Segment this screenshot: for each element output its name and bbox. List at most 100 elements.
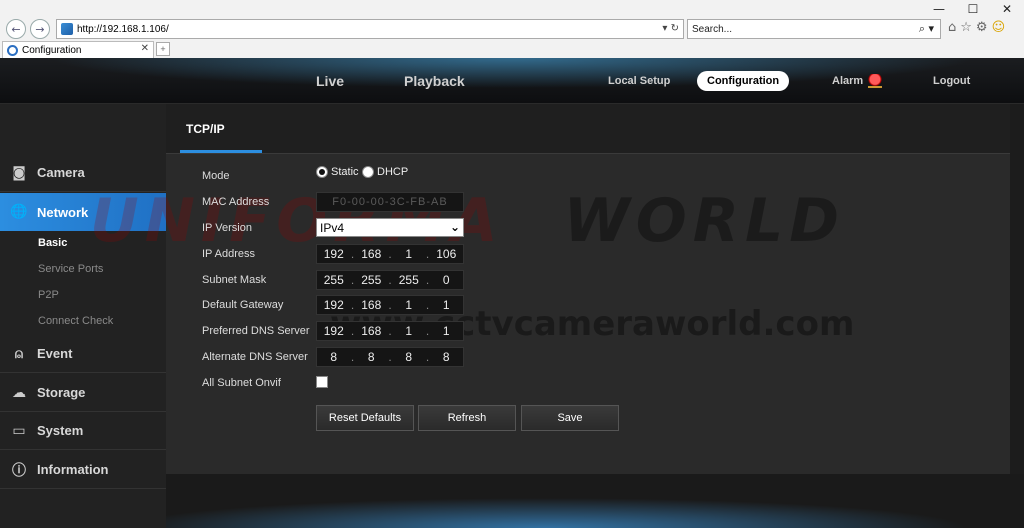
- app-header: Live Playback Local Setup Configuration …: [0, 58, 1024, 104]
- radio-static[interactable]: Static: [316, 166, 359, 178]
- label-all-subnet-onvif: All Subnet Onvif: [202, 377, 281, 389]
- sidebar-item-storage[interactable]: ☁ Storage: [0, 374, 166, 412]
- default-gateway-field[interactable]: 192. 168. 1. 1: [316, 295, 464, 315]
- site-favicon-icon: [61, 23, 73, 35]
- octet-input[interactable]: 1: [392, 298, 426, 312]
- octet-input[interactable]: 168: [355, 247, 389, 261]
- search-input[interactable]: Search... ⌕ ▾: [687, 19, 941, 39]
- octet-input[interactable]: 192: [317, 324, 351, 338]
- tab-close-icon[interactable]: ✕: [141, 43, 149, 54]
- panel-tab-header: TCP/IP: [166, 104, 1010, 154]
- label-mac-address: MAC Address: [202, 196, 270, 208]
- search-icon[interactable]: ⌕ ▾: [919, 22, 934, 36]
- sidebar-item-label: Network: [37, 204, 89, 220]
- browser-chrome: — ☐ ✕ ← → http://192.168.1.106/ ▾ ↻ Sear…: [0, 0, 1024, 58]
- radio-dhcp-circle[interactable]: [362, 166, 374, 178]
- nav-playback[interactable]: Playback: [404, 58, 465, 104]
- info-icon: ⓘ: [12, 462, 26, 479]
- sidebar-item-label: Information: [37, 462, 109, 477]
- address-bar[interactable]: http://192.168.1.106/ ▾ ↻: [56, 19, 684, 39]
- smiley-feedback-icon[interactable]: ☺: [992, 20, 1006, 35]
- refresh-button[interactable]: Refresh: [418, 405, 516, 431]
- octet-input[interactable]: 8: [392, 350, 426, 364]
- window-buttons: — ☐ ✕: [922, 0, 1024, 18]
- browser-tab-configuration[interactable]: Configuration ✕: [2, 41, 154, 58]
- octet-input[interactable]: 168: [355, 324, 389, 338]
- nav-logout[interactable]: Logout: [933, 58, 970, 104]
- ip-address-field[interactable]: 192. 168. 1. 106: [316, 244, 464, 264]
- radio-dhcp-label: DHCP: [377, 166, 409, 178]
- octet-input[interactable]: 1: [430, 324, 464, 338]
- address-url: http://192.168.1.106/: [77, 23, 169, 35]
- octet-input[interactable]: 8: [317, 350, 351, 364]
- close-window-button[interactable]: ✕: [990, 0, 1024, 18]
- label-ip-version: IP Version: [202, 222, 252, 234]
- nav-alarm-label: Alarm: [832, 75, 864, 87]
- favorites-star-icon[interactable]: ☆: [960, 20, 972, 35]
- octet-input[interactable]: 8: [430, 350, 464, 364]
- footer-glow: [166, 474, 1024, 528]
- radio-dhcp[interactable]: DHCP: [362, 166, 408, 178]
- octet-input[interactable]: 106: [430, 247, 464, 261]
- new-tab-icon[interactable]: +: [156, 42, 170, 56]
- label-ip-address: IP Address: [202, 248, 255, 260]
- refresh-icon[interactable]: ▾ ↻: [662, 23, 679, 34]
- alternate-dns-field[interactable]: 8. 8. 8. 8: [316, 347, 464, 367]
- octet-input[interactable]: 255: [317, 273, 351, 287]
- monitor-icon: ▭: [12, 422, 26, 439]
- octet-input[interactable]: 168: [355, 298, 389, 312]
- gear-icon[interactable]: ⚙: [976, 20, 988, 35]
- sidebar-sub-p2p[interactable]: P2P: [38, 289, 59, 301]
- subnet-mask-field[interactable]: 255. 255. 255. 0: [316, 270, 464, 290]
- octet-input[interactable]: 1: [430, 298, 464, 312]
- nav-alarm[interactable]: Alarm: [832, 58, 883, 104]
- octet-input[interactable]: 0: [430, 273, 464, 287]
- sidebar-item-information[interactable]: ⓘ Information: [0, 451, 166, 489]
- tab-favicon-icon: [7, 44, 18, 56]
- label-default-gateway: Default Gateway: [202, 299, 284, 311]
- active-tab-underline: [180, 150, 262, 153]
- mac-address-field: F0-00-00-3C-FB-AB: [316, 192, 464, 212]
- back-arrow-icon[interactable]: ←: [6, 19, 26, 39]
- sidebar-item-label: Event: [37, 346, 73, 361]
- sidebar-sub-basic[interactable]: Basic: [38, 237, 67, 249]
- minimize-button[interactable]: —: [922, 0, 956, 18]
- octet-input[interactable]: 8: [355, 350, 389, 364]
- octet-input[interactable]: 1: [392, 324, 426, 338]
- tab-row: Configuration ✕ +: [0, 41, 1024, 58]
- octet-input[interactable]: 255: [392, 273, 426, 287]
- ip-version-select[interactable]: IPv4 ⌄: [316, 218, 464, 237]
- home-icon[interactable]: ⌂: [948, 20, 956, 35]
- sidebar-item-camera[interactable]: ◙ Camera: [0, 154, 166, 192]
- save-button[interactable]: Save: [521, 405, 619, 431]
- octet-input[interactable]: 192: [317, 298, 351, 312]
- browser-tools: ⌂ ☆ ⚙ ☺: [948, 20, 1005, 35]
- forward-arrow-icon[interactable]: →: [30, 19, 50, 39]
- radio-static-label: Static: [331, 166, 359, 178]
- sidebar-sub-connect-check[interactable]: Connect Check: [38, 315, 113, 327]
- preferred-dns-field[interactable]: 192. 168. 1. 1: [316, 321, 464, 341]
- octet-input[interactable]: 255: [355, 273, 389, 287]
- sidebar: ◙ Camera 🌐 Network Basic Service Ports P…: [0, 104, 172, 528]
- nav-local-setup[interactable]: Local Setup: [608, 58, 670, 104]
- tab-tcpip[interactable]: TCP/IP: [186, 122, 225, 136]
- octet-input[interactable]: 192: [317, 247, 351, 261]
- nav-configuration[interactable]: Configuration: [697, 71, 790, 91]
- sidebar-item-label: Storage: [37, 385, 86, 400]
- maximize-button[interactable]: ☐: [956, 0, 990, 18]
- sidebar-sub-service-ports[interactable]: Service Ports: [38, 263, 103, 275]
- nav-live[interactable]: Live: [316, 58, 344, 104]
- cloud-storage-icon: ☁: [12, 384, 26, 401]
- navigation-row: ← → http://192.168.1.106/ ▾ ↻ Search... …: [0, 18, 1024, 40]
- reset-defaults-button[interactable]: Reset Defaults: [316, 405, 414, 431]
- sidebar-item-system[interactable]: ▭ System: [0, 412, 166, 450]
- alarm-siren-icon: [868, 74, 883, 88]
- label-preferred-dns: Preferred DNS Server: [202, 325, 310, 337]
- octet-input[interactable]: 1: [392, 247, 426, 261]
- radio-static-circle[interactable]: [316, 166, 328, 178]
- sidebar-item-event[interactable]: ⍝ Event: [0, 335, 166, 373]
- panel-right-edge: [1010, 104, 1024, 474]
- chevron-down-icon: ⌄: [449, 220, 460, 234]
- all-subnet-onvif-checkbox[interactable]: [316, 376, 328, 388]
- sidebar-item-network[interactable]: 🌐 Network: [0, 193, 172, 231]
